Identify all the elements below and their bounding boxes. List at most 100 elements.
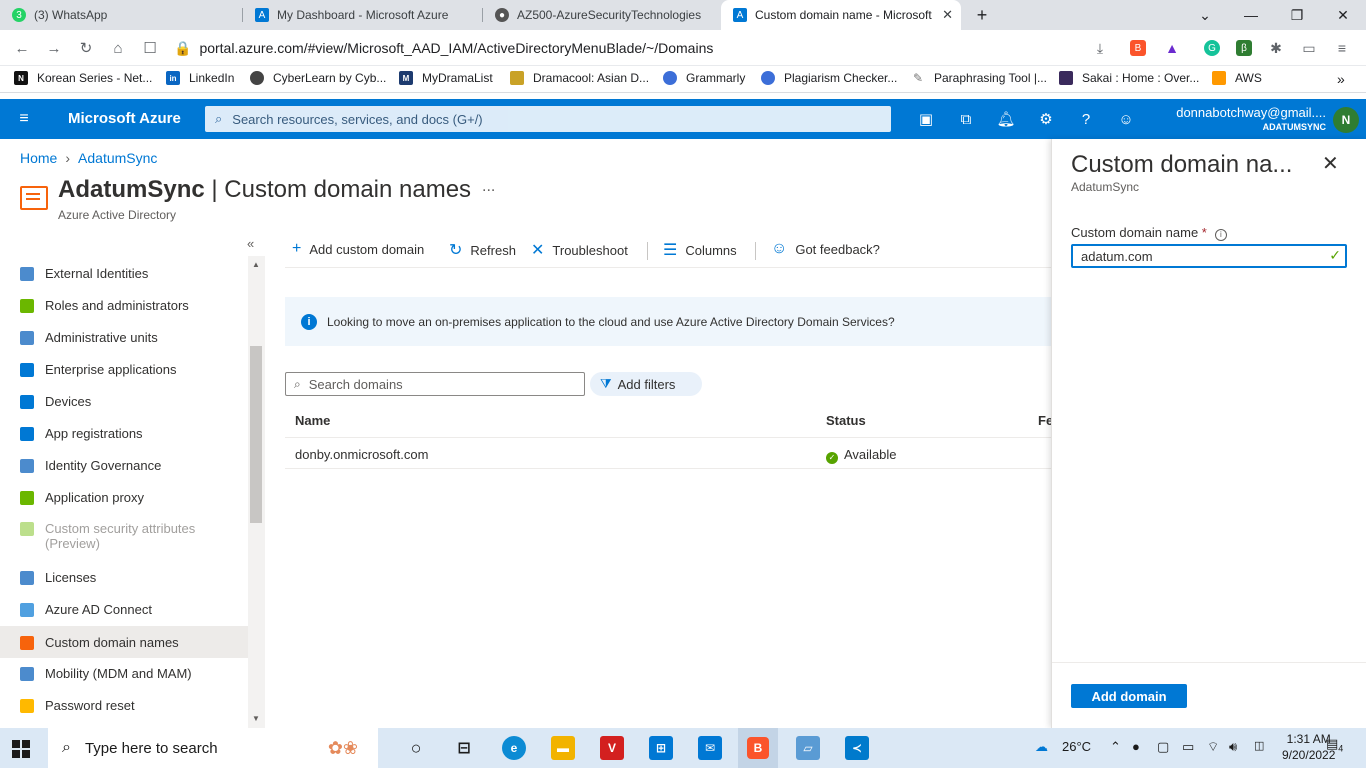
volume-icon[interactable]: 🔊︎ — [1229, 739, 1237, 755]
brave-rewards-icon[interactable]: ▲ — [1164, 40, 1180, 56]
breadcrumb-home[interactable]: Home — [20, 150, 57, 166]
vivaldi-icon[interactable]: V — [600, 736, 624, 760]
notifications-icon[interactable]: 🔔︎ — [996, 109, 1016, 129]
add-filters-button[interactable]: ⧩ Add filters — [590, 372, 702, 396]
columns-button[interactable]: ☰ Columns — [663, 240, 737, 260]
sidebar-item-external-identities[interactable]: External Identities — [0, 266, 248, 290]
wallet-icon[interactable]: ▭ — [1301, 40, 1317, 56]
language-icon[interactable]: ◫ — [1254, 739, 1264, 752]
weather-icon[interactable]: ☁ — [1035, 739, 1048, 755]
sidebar-item-app-registrations[interactable]: App registrations — [0, 426, 248, 450]
show-hidden-icons[interactable]: ⌃ — [1110, 739, 1121, 755]
domain-name-cell[interactable]: donby.onmicrosoft.com — [295, 447, 428, 462]
file-explorer-icon[interactable]: ▬ — [551, 736, 575, 760]
help-icon[interactable]: ? — [1076, 109, 1096, 129]
directory-filter-icon[interactable]: ⧉ — [956, 109, 976, 129]
sidebar-item-mobility-mdm-and-mam[interactable]: Mobility (MDM and MAM) — [0, 666, 248, 690]
camera-icon[interactable]: ▢ — [1157, 739, 1169, 755]
network-activity-icon[interactable]: ● — [1132, 739, 1140, 754]
sidebar-item-enterprise-applications[interactable]: Enterprise applications — [0, 362, 248, 386]
portal-menu-icon[interactable]: ≡ — [14, 109, 34, 129]
refresh-button[interactable]: ↻ Refresh — [449, 240, 516, 260]
feedback-button[interactable]: ☺ Got feedback? — [771, 240, 880, 258]
tab-whatsapp[interactable]: 3 (3) WhatsApp — [0, 0, 243, 30]
bookmark-paraphrasing[interactable]: ✎ Paraphrasing Tool |... — [911, 71, 1047, 85]
menu-icon[interactable]: ≡ — [1334, 40, 1350, 56]
close-window-button[interactable]: ✕ — [1320, 0, 1366, 30]
sidebar-item-custom-domain-names[interactable]: Custom domain names — [0, 626, 248, 658]
store-icon[interactable]: ⊞ — [649, 736, 673, 760]
info-icon[interactable]: i — [1214, 229, 1227, 241]
tab-github[interactable]: ● AZ500-AzureSecurityTechnologies — [483, 0, 721, 30]
collapse-menu-icon[interactable]: « — [247, 236, 254, 251]
bookmark-cyberlearn[interactable]: CyberLearn by Cyb... — [250, 71, 386, 85]
add-domain-button[interactable]: Add domain — [1071, 684, 1187, 708]
vscode-icon[interactable]: ≺ — [845, 736, 869, 760]
grammarly-icon[interactable]: G — [1204, 40, 1220, 56]
search-domains-input[interactable]: ⌕ Search domains — [285, 372, 585, 396]
feedback-icon[interactable]: ☺ — [1116, 109, 1136, 129]
breadcrumb-tenant[interactable]: AdatumSync — [78, 150, 157, 166]
brave-shield-icon[interactable]: B — [1130, 40, 1146, 56]
wifi-icon[interactable]: ⌔ — [1207, 739, 1219, 755]
menu-scrollbar[interactable]: ▲ ▼ — [248, 256, 265, 728]
bookmark-linkedin[interactable]: in LinkedIn — [166, 71, 234, 85]
sidebar-item-password-reset[interactable]: Password reset — [0, 698, 248, 722]
weather-temp[interactable]: 26°C — [1062, 739, 1091, 754]
edge-icon[interactable]: e — [502, 736, 526, 760]
reload-icon[interactable]: ↻ — [76, 38, 96, 58]
bookmark-icon[interactable]: ☐ — [140, 38, 160, 58]
forward-icon[interactable]: → — [44, 38, 64, 58]
bookmark-plagiarism[interactable]: Plagiarism Checker... — [761, 71, 897, 85]
add-custom-domain-button[interactable]: + Add custom domain — [292, 240, 424, 258]
windows-start-icon[interactable] — [12, 740, 30, 758]
bookmark-korean-series[interactable]: N Korean Series - Net... — [14, 71, 152, 85]
more-options-icon[interactable]: ... — [482, 178, 495, 196]
mail-icon[interactable]: ✉ — [698, 736, 722, 760]
account-menu[interactable]: donnabotchway@gmail.... ADATUMSYNC — [1176, 105, 1326, 132]
column-header-name[interactable]: Name — [295, 413, 330, 428]
sidebar-item-roles-and-administrators[interactable]: Roles and administrators — [0, 298, 248, 322]
tab-azure-dashboard[interactable]: A My Dashboard - Microsoft Azure — [243, 0, 483, 30]
bookmark-grammarly[interactable]: Grammarly — [663, 71, 745, 85]
bookmark-aws[interactable]: AWS — [1212, 71, 1262, 85]
sidebar-item-administrative-units[interactable]: Administrative units — [0, 330, 248, 354]
more-bookmarks-icon[interactable]: » — [1337, 71, 1345, 87]
bookmark-mydramalist[interactable]: M MyDramaList — [399, 71, 493, 85]
close-tab-icon[interactable]: ✕ — [942, 7, 953, 23]
custom-domain-name-field[interactable]: adatum.com ✓ — [1071, 244, 1347, 268]
sidebar-item-identity-governance[interactable]: Identity Governance — [0, 458, 248, 482]
cloud-shell-icon[interactable]: ▣ — [916, 109, 936, 129]
back-icon[interactable]: ← — [12, 38, 32, 58]
taskbar-search-input[interactable]: ⌕ Type here to search ✿❀ — [48, 728, 378, 768]
global-search-input[interactable]: ⌕ Search resources, services, and docs (… — [205, 106, 891, 132]
tab-search-icon[interactable]: ⌄ — [1182, 0, 1228, 30]
extensions-icon[interactable]: ✱ — [1268, 40, 1284, 56]
sidebar-item-devices[interactable]: Devices — [0, 394, 248, 418]
azure-brand[interactable]: Microsoft Azure — [68, 110, 181, 127]
restore-button[interactable]: ❐ — [1274, 0, 1320, 30]
sidebar-item-custom-security-attributes-preview[interactable]: Custom security attributes (Preview) — [0, 521, 248, 561]
scroll-down-icon[interactable]: ▼ — [252, 714, 260, 723]
battery-icon[interactable]: ▭ — [1182, 739, 1194, 755]
sidebar-item-azure-ad-connect[interactable]: Azure AD Connect — [0, 602, 248, 626]
sidebar-item-licenses[interactable]: Licenses — [0, 570, 248, 594]
install-icon[interactable]: ⤓ — [1092, 40, 1108, 56]
notification-center-icon[interactable]: ▤4 — [1326, 736, 1343, 754]
troubleshoot-button[interactable]: ✕ Troubleshoot — [531, 240, 628, 260]
beta-extension-icon[interactable]: β — [1236, 40, 1252, 56]
scrollbar-thumb[interactable] — [250, 346, 262, 523]
cortana-icon[interactable]: ○ — [404, 736, 428, 760]
new-tab-button[interactable]: + — [960, 0, 1004, 30]
avatar[interactable]: N — [1333, 107, 1359, 133]
address-bar[interactable]: 🔒 portal.azure.com/#view/Microsoft_AAD_IA… — [174, 40, 713, 57]
task-view-icon[interactable]: ⊟ — [452, 736, 476, 760]
notepad-icon[interactable]: ▱ — [796, 736, 820, 760]
brave-taskbar-icon[interactable]: B — [738, 728, 778, 768]
minimize-button[interactable]: — — [1228, 0, 1274, 30]
tab-custom-domain[interactable]: A Custom domain name - Microsoft ✕ — [721, 0, 961, 30]
settings-gear-icon[interactable]: ⚙ — [1036, 109, 1056, 129]
close-icon[interactable]: ✕ — [1322, 151, 1339, 176]
column-header-status[interactable]: Status — [826, 413, 866, 428]
scroll-up-icon[interactable]: ▲ — [252, 260, 260, 269]
